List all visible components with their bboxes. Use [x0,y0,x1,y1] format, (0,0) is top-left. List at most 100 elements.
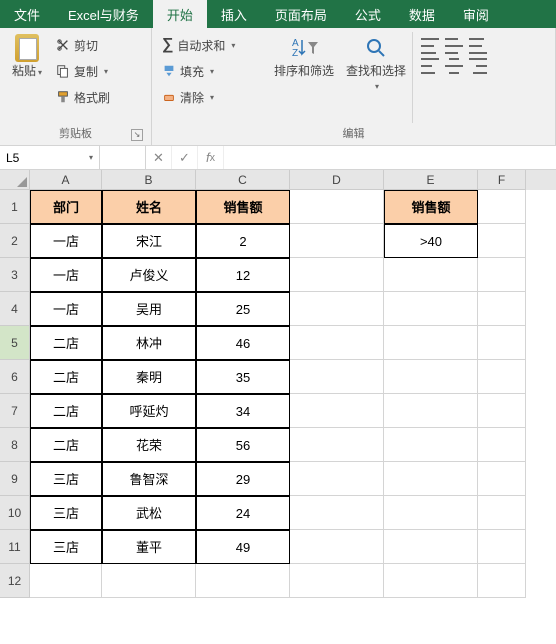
cell-C11[interactable]: 49 [196,530,290,564]
cell-C8[interactable]: 56 [196,428,290,462]
cell-C7[interactable]: 34 [196,394,290,428]
tab-公式[interactable]: 公式 [341,0,395,28]
tab-数据[interactable]: 数据 [395,0,449,28]
autosum-button[interactable]: ∑ 自动求和▾ [158,32,268,58]
cell-E4[interactable] [384,292,478,326]
align-left-button[interactable] [421,58,439,74]
cell-F6[interactable] [478,360,526,394]
cell-E6[interactable] [384,360,478,394]
cell-B6[interactable]: 秦明 [102,360,196,394]
fill-button[interactable]: 填充▾ [158,58,268,84]
cell-F3[interactable] [478,258,526,292]
cell-D3[interactable] [290,258,384,292]
column-header-B[interactable]: B [102,170,196,190]
cell-B5[interactable]: 林冲 [102,326,196,360]
cell-D11[interactable] [290,530,384,564]
find-select-button[interactable]: 查找和选择▾ [340,32,412,123]
cell-A3[interactable]: 一店 [30,258,102,292]
select-all-corner[interactable] [0,170,30,190]
cell-F2[interactable] [478,224,526,258]
cancel-formula-button[interactable]: ✕ [146,146,172,169]
align-right-button[interactable] [469,58,487,74]
cell-E9[interactable] [384,462,478,496]
cell-B3[interactable]: 卢俊义 [102,258,196,292]
format-painter-button[interactable]: 格式刷 [52,84,114,110]
dialog-launcher-icon[interactable]: ↘ [131,129,143,141]
row-header-12[interactable]: 12 [0,564,30,598]
cell-B8[interactable]: 花荣 [102,428,196,462]
cut-button[interactable]: 剪切 [52,32,114,58]
cell-E5[interactable] [384,326,478,360]
cell-F12[interactable] [478,564,526,598]
cell-F1[interactable] [478,190,526,224]
clear-button[interactable]: 清除▾ [158,84,268,110]
cell-C4[interactable]: 25 [196,292,290,326]
cell-A8[interactable]: 二店 [30,428,102,462]
align-center-button[interactable] [445,58,463,74]
cell-E8[interactable] [384,428,478,462]
align-top-button[interactable] [421,38,439,54]
column-header-F[interactable]: F [478,170,526,190]
cell-D2[interactable] [290,224,384,258]
row-header-2[interactable]: 2 [0,224,30,258]
cell-F11[interactable] [478,530,526,564]
column-header-C[interactable]: C [196,170,290,190]
row-header-6[interactable]: 6 [0,360,30,394]
cell-A11[interactable]: 三店 [30,530,102,564]
cell-C10[interactable]: 24 [196,496,290,530]
cell-D10[interactable] [290,496,384,530]
cell-A6[interactable]: 二店 [30,360,102,394]
align-bottom-button[interactable] [469,38,487,54]
cell-F4[interactable] [478,292,526,326]
cell-F10[interactable] [478,496,526,530]
cell-D9[interactable] [290,462,384,496]
cell-D1[interactable] [290,190,384,224]
row-header-9[interactable]: 9 [0,462,30,496]
cell-C3[interactable]: 12 [196,258,290,292]
column-header-A[interactable]: A [30,170,102,190]
cell-C1[interactable]: 销售额 [196,190,290,224]
cell-E1[interactable]: 销售额 [384,190,478,224]
tab-审阅[interactable]: 审阅 [449,0,503,28]
cell-B9[interactable]: 鲁智深 [102,462,196,496]
cell-A1[interactable]: 部门 [30,190,102,224]
cell-C2[interactable]: 2 [196,224,290,258]
cell-B12[interactable] [102,564,196,598]
cell-B10[interactable]: 武松 [102,496,196,530]
cell-D6[interactable] [290,360,384,394]
sort-filter-button[interactable]: AZ 排序和筛选 [268,32,340,123]
row-header-10[interactable]: 10 [0,496,30,530]
cell-A9[interactable]: 三店 [30,462,102,496]
cell-A12[interactable] [30,564,102,598]
cell-C6[interactable]: 35 [196,360,290,394]
cell-F8[interactable] [478,428,526,462]
cell-E11[interactable] [384,530,478,564]
tab-开始[interactable]: 开始 [153,0,207,28]
tab-页面布局[interactable]: 页面布局 [261,0,341,28]
cell-B4[interactable]: 吴用 [102,292,196,326]
cell-D8[interactable] [290,428,384,462]
cell-B1[interactable]: 姓名 [102,190,196,224]
cell-E2[interactable]: >40 [384,224,478,258]
row-header-1[interactable]: 1 [0,190,30,224]
formula-input[interactable] [224,146,556,169]
tab-Excel与财务[interactable]: Excel与财务 [54,0,153,28]
row-header-5[interactable]: 5 [0,326,30,360]
column-header-E[interactable]: E [384,170,478,190]
cell-E10[interactable] [384,496,478,530]
cell-E7[interactable] [384,394,478,428]
name-box-input[interactable] [6,151,76,165]
cell-C9[interactable]: 29 [196,462,290,496]
cell-A4[interactable]: 一店 [30,292,102,326]
paste-button[interactable]: 粘贴▾ [6,32,48,123]
cell-B11[interactable]: 董平 [102,530,196,564]
cell-E3[interactable] [384,258,478,292]
row-header-8[interactable]: 8 [0,428,30,462]
row-header-3[interactable]: 3 [0,258,30,292]
cell-F7[interactable] [478,394,526,428]
copy-button[interactable]: 复制▾ [52,58,114,84]
row-header-7[interactable]: 7 [0,394,30,428]
fx-button[interactable]: fx [198,146,224,169]
cell-A7[interactable]: 二店 [30,394,102,428]
cell-D12[interactable] [290,564,384,598]
